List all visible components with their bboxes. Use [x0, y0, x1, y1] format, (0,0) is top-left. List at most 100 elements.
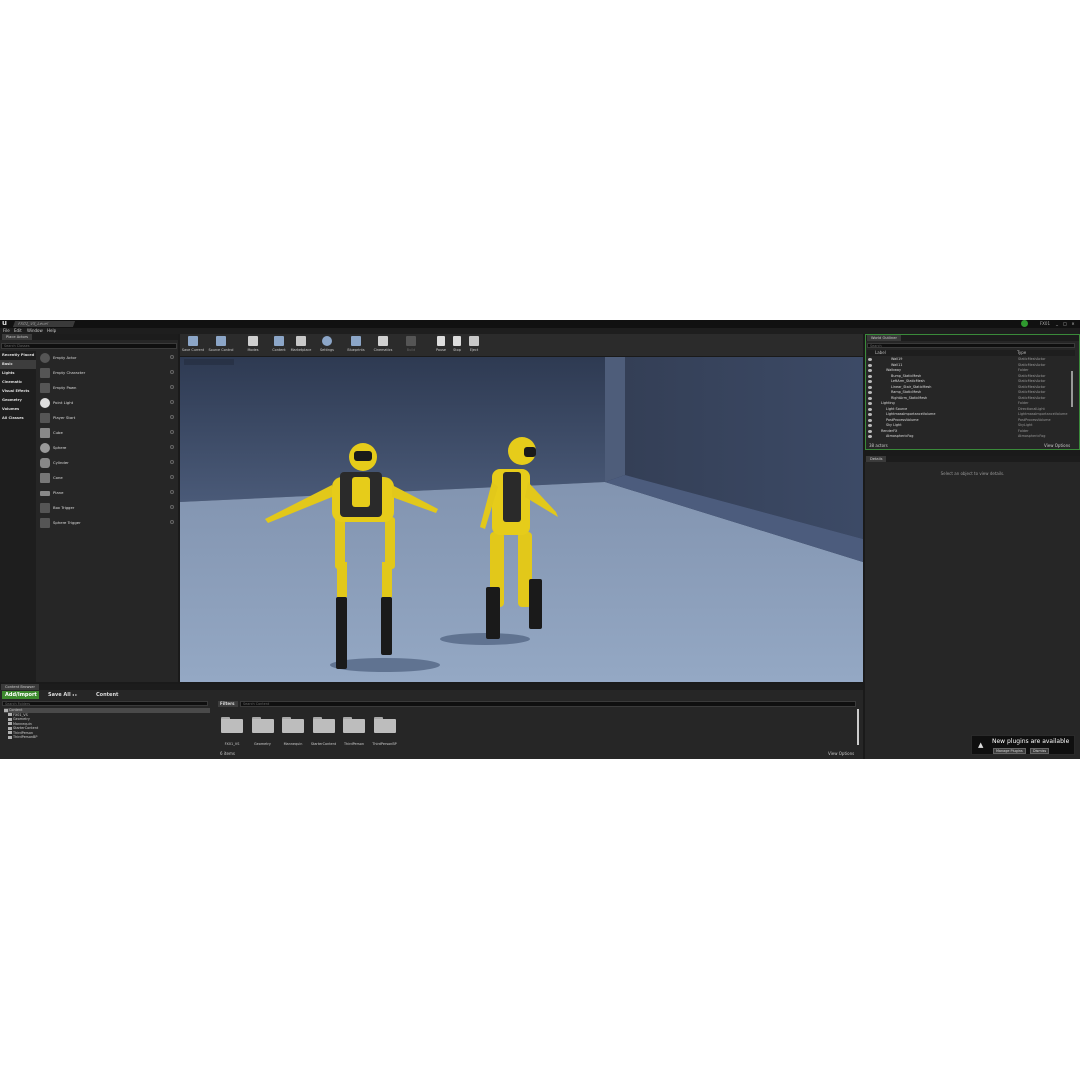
- outliner-row[interactable]: Sky Light SkyLight: [868, 423, 1074, 428]
- folder-tile[interactable]: ThirdPerson: [341, 715, 367, 746]
- actor-plane[interactable]: Plane: [38, 486, 176, 500]
- actor-empty-character[interactable]: Empty Character: [38, 366, 176, 380]
- sphere-icon: [40, 443, 50, 453]
- eye-icon[interactable]: [868, 424, 872, 427]
- category-cinematic[interactable]: Cinematic: [0, 378, 36, 387]
- folder-tile[interactable]: Geometry: [250, 715, 276, 746]
- eye-icon[interactable]: [868, 380, 872, 383]
- level-viewport[interactable]: [180, 357, 863, 682]
- eye-icon[interactable]: [868, 374, 872, 378]
- source-control-button[interactable]: Source Control: [208, 334, 234, 356]
- eye-icon[interactable]: [868, 396, 872, 400]
- outliner-row-type: LightmassImportanceVolume: [1018, 412, 1068, 416]
- actor-empty-actor[interactable]: Empty Actor: [38, 351, 176, 365]
- level-tab[interactable]: FX01_VS_Level: [12, 321, 76, 327]
- type-column-header[interactable]: Type: [1017, 350, 1026, 355]
- asset-scrollbar[interactable]: [857, 709, 859, 745]
- actor-sphere-trigger[interactable]: Sphere Trigger: [38, 516, 176, 530]
- outliner-row[interactable]: PostProcessVolume PostProcessVolume: [868, 418, 1074, 423]
- eye-icon[interactable]: [868, 435, 872, 438]
- outliner-row-label: RightArm_StaticMesh: [891, 395, 928, 400]
- eye-icon[interactable]: [868, 363, 872, 367]
- actor-cone[interactable]: Cone: [38, 471, 176, 485]
- outliner-row[interactable]: Lighting Folder: [868, 401, 1074, 406]
- actor-empty-pawn[interactable]: Empty Pawn: [38, 381, 176, 395]
- outliner-row[interactable]: Walkway Folder: [868, 368, 1074, 373]
- outliner-row[interactable]: Wall19 StaticMeshActor: [868, 357, 1074, 362]
- eye-icon[interactable]: [868, 418, 872, 422]
- eye-icon[interactable]: [868, 391, 872, 394]
- category-basic[interactable]: Basic: [0, 360, 36, 369]
- outliner-row-label: Bump_StaticMesh: [891, 373, 922, 378]
- eye-icon[interactable]: [868, 358, 872, 361]
- source-control-icon: [216, 336, 226, 346]
- category-volumes[interactable]: Volumes: [0, 405, 36, 414]
- eye-icon[interactable]: [868, 407, 872, 411]
- place-actors-search-input[interactable]: Search Classes: [1, 343, 177, 349]
- label-column-header[interactable]: Label: [875, 350, 886, 355]
- viewport-options-menu[interactable]: [184, 359, 234, 365]
- outliner-row-type: PostProcessVolume: [1018, 417, 1051, 422]
- outliner-search-input[interactable]: Search: [867, 343, 1075, 348]
- outliner-view-options[interactable]: View Options: [1044, 443, 1070, 448]
- category-lights[interactable]: Lights: [0, 369, 36, 378]
- details-empty-message: Select an object to view details.: [940, 471, 1005, 476]
- outliner-row[interactable]: Bump_StaticMesh StaticMeshActor: [868, 374, 1074, 379]
- close-button[interactable]: ×: [1070, 321, 1076, 326]
- folder-tile[interactable]: Mannequin: [280, 715, 306, 746]
- folder-tile[interactable]: StarterContent: [311, 715, 337, 746]
- eject-button[interactable]: Eject: [461, 334, 487, 356]
- cone-icon: [40, 473, 50, 483]
- category-all-classes[interactable]: All Classes: [0, 414, 36, 423]
- outliner-row[interactable]: Linear_Stair_StaticMesh StaticMeshActor: [868, 385, 1074, 390]
- dismiss-button[interactable]: Dismiss: [1030, 748, 1050, 754]
- info-icon: [170, 520, 174, 524]
- actor-sphere[interactable]: Sphere: [38, 441, 176, 455]
- category-recently-placed[interactable]: Recently Placed: [0, 351, 36, 360]
- eye-icon[interactable]: [868, 413, 872, 416]
- eye-icon[interactable]: [868, 402, 872, 405]
- content-view-options[interactable]: View Options: [828, 751, 854, 756]
- outliner-row-type: StaticMeshActor: [1018, 395, 1046, 400]
- content-icon: [274, 336, 284, 346]
- maximize-button[interactable]: □: [1062, 321, 1068, 326]
- info-icon: [170, 475, 174, 479]
- minimize-button[interactable]: _: [1054, 321, 1060, 326]
- main-toolbar: Save Current Source Control Modes Conten…: [180, 334, 863, 356]
- build-button[interactable]: Build: [398, 334, 424, 356]
- actor-cylinder[interactable]: Cylinder: [38, 456, 176, 470]
- outliner-row[interactable]: LeftArm_StaticMesh StaticMeshActor: [868, 379, 1074, 384]
- world-outliner-tab[interactable]: World Outliner: [867, 335, 901, 341]
- blueprints-button[interactable]: Blueprints: [343, 334, 369, 356]
- details-tab[interactable]: Details: [866, 456, 887, 462]
- eye-icon[interactable]: [868, 429, 872, 433]
- actor-box-trigger[interactable]: Box Trigger: [38, 501, 176, 515]
- settings-button[interactable]: Settings: [314, 334, 340, 356]
- save-current-button[interactable]: Save Current: [180, 334, 206, 356]
- actor-cube[interactable]: Cube: [38, 426, 176, 440]
- outliner-row[interactable]: Ramp_StaticMesh StaticMeshActor: [868, 390, 1074, 395]
- modes-button[interactable]: Modes: [240, 334, 266, 356]
- category-geometry[interactable]: Geometry: [0, 396, 36, 405]
- outliner-row-label: RenderFX: [881, 428, 898, 433]
- outliner-row[interactable]: RightArm_StaticMesh StaticMeshActor: [868, 396, 1074, 401]
- actor-player-start[interactable]: Player Start: [38, 411, 176, 425]
- category-visual-effects[interactable]: Visual Effects: [0, 387, 36, 396]
- eye-icon[interactable]: [868, 385, 872, 389]
- folder-tile[interactable]: ThirdPersonBP: [372, 715, 398, 746]
- outliner-row[interactable]: LightmassImportanceVolume LightmassImport…: [868, 412, 1074, 417]
- eye-icon[interactable]: [868, 369, 872, 372]
- folder-tile[interactable]: FX01_VS: [219, 715, 245, 746]
- outliner-scrollbar[interactable]: [1071, 371, 1073, 407]
- cinematics-button[interactable]: Cinematics: [370, 334, 396, 356]
- place-actors-tab[interactable]: Place Actors: [2, 334, 33, 340]
- outliner-row[interactable]: AtmosphericFog AtmosphericFog: [868, 434, 1074, 439]
- category-list: Recently Placed Basic Lights Cinematic V…: [0, 351, 36, 682]
- marketplace-button[interactable]: Marketplace: [288, 334, 314, 356]
- manage-plugins-button[interactable]: Manage Plugins: [993, 748, 1026, 754]
- outliner-row[interactable]: Light Source DirectionalLight: [868, 407, 1074, 412]
- outliner-row[interactable]: RenderFX Folder: [868, 429, 1074, 434]
- actor-point-light[interactable]: Point Light: [38, 396, 176, 410]
- outliner-row[interactable]: Wall11 StaticMeshActor: [868, 363, 1074, 368]
- folder-icon: [373, 719, 396, 733]
